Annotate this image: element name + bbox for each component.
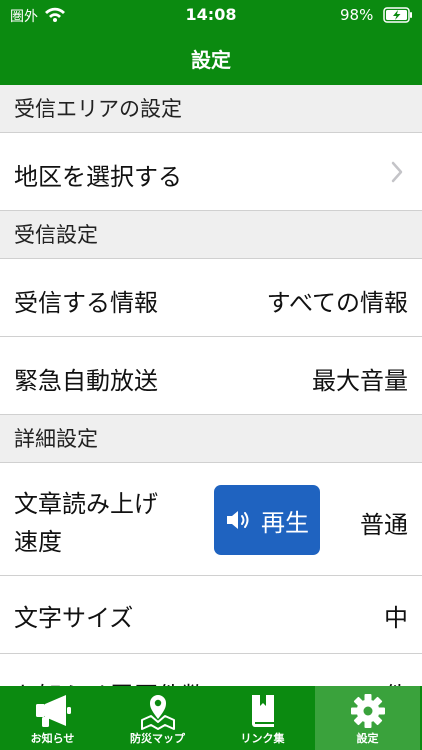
reading-speed-label-line1: 文章読み上げ <box>14 490 158 518</box>
reading-speed-row[interactable]: 文章読み上げ 速度 普通 <box>0 463 422 576</box>
receive-info-row[interactable]: 受信する情報 すべての情報 <box>0 259 422 337</box>
battery-percentage: 98% <box>340 6 374 24</box>
battery-charging-icon <box>383 7 412 23</box>
emergency-broadcast-label: 緊急自動放送 <box>14 367 158 395</box>
receive-info-label: 受信する情報 <box>14 289 158 317</box>
chevron-right-icon <box>391 161 403 183</box>
reading-speed-label: 文章読み上げ 速度 <box>14 485 158 561</box>
emergency-broadcast-row[interactable]: 緊急自動放送 最大音量 <box>0 337 422 415</box>
book-icon <box>251 695 274 727</box>
megaphone-icon <box>35 695 71 727</box>
gear-icon <box>350 694 385 728</box>
font-size-row[interactable]: 文字サイズ 中 <box>0 576 422 654</box>
section-header-detail: 詳細設定 <box>0 415 422 463</box>
tab-notices[interactable]: お知らせ <box>0 686 105 750</box>
reading-speed-value: 普通 <box>360 511 408 539</box>
carrier-label: 圏外 <box>10 9 38 25</box>
font-size-value: 中 <box>384 604 408 632</box>
tab-bar: お知らせ 防災マップ リンク集 設定 <box>0 686 422 750</box>
section-header-receive: 受信設定 <box>0 211 422 259</box>
reading-speed-label-line2: 速度 <box>14 528 62 556</box>
font-size-label: 文字サイズ <box>14 604 134 632</box>
select-district-row[interactable]: 地区を選択する <box>0 133 422 211</box>
page-title: 設定 <box>191 48 231 72</box>
tab-disaster-map[interactable]: 防災マップ <box>105 686 210 750</box>
tab-settings[interactable]: 設定 <box>315 686 420 750</box>
receive-info-value: すべての情報 <box>266 289 408 317</box>
play-button-label: 再生 <box>261 508 309 537</box>
tab-links[interactable]: リンク集 <box>210 686 315 750</box>
speaker-icon <box>227 511 249 529</box>
emergency-broadcast-value: 最大音量 <box>312 367 408 395</box>
wifi-icon <box>45 7 65 22</box>
tab-settings-label: 設定 <box>356 732 379 745</box>
select-district-label: 地区を選択する <box>14 163 182 191</box>
tab-disaster-map-label: 防災マップ <box>130 732 185 745</box>
tab-notices-label: お知らせ <box>30 732 75 745</box>
header: 圏外 14:08 98% 設定 <box>0 0 422 85</box>
tab-links-label: リンク集 <box>240 732 285 745</box>
status-bar: 圏外 14:08 98% <box>0 0 422 30</box>
play-button[interactable]: 再生 <box>214 485 320 555</box>
section-header-area: 受信エリアの設定 <box>0 85 422 133</box>
map-pin-icon <box>140 695 175 730</box>
